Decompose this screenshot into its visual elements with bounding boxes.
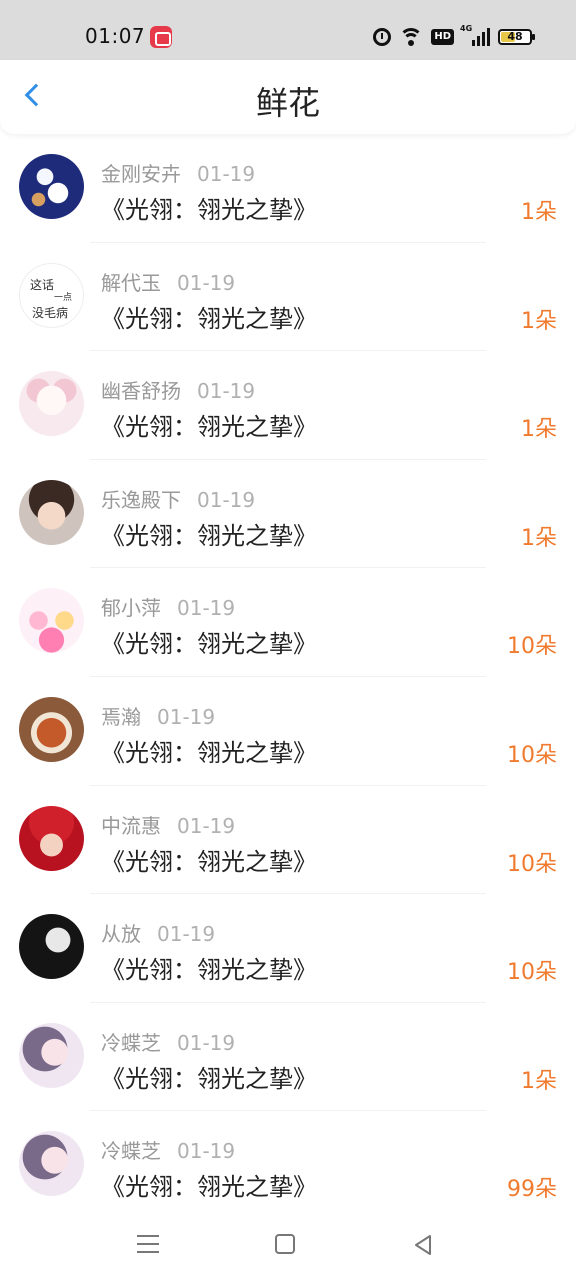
avatar[interactable] [19,154,84,219]
gift-date: 01-19 [197,379,256,404]
status-time: 01:07 [85,24,146,48]
back-triangle-icon[interactable] [412,1234,434,1256]
user-name[interactable]: 从放 [101,922,141,946]
avatar-text-line2: 一点 [54,292,73,303]
avatar[interactable] [19,1022,84,1088]
avatar[interactable] [19,914,84,980]
user-name[interactable]: 乐逸殿下 [101,488,181,512]
user-meta: 从放 01-19 [101,918,215,947]
flower-count: 1朵 [521,417,557,443]
wifi-icon [399,28,424,46]
gift-date: 01-19 [197,162,256,186]
list-item[interactable]: 冷蝶芝 01-19 《光翎：翎光之挚》 1朵 [0,1003,576,1112]
header: 鲜花 [0,60,576,134]
list-item[interactable]: 中流惠 01-19 《光翎：翎光之挚》 10朵 [0,786,576,895]
flower-gift-list[interactable]: 金刚安卉 01-19 《光翎：翎光之挚》 1朵 这话 一点 没毛病 解代玉 01-1… [0,134,576,1220]
user-name[interactable]: 解代玉 [101,271,161,295]
user-name[interactable]: 冷蝶芝 [101,1139,161,1163]
cellular-signal-icon: 4G [460,24,490,46]
flower-count: 1朵 [521,308,557,334]
book-title: 《光翎：翎光之挚》 [101,956,317,985]
gift-date: 01-19 [157,704,216,729]
home-square-icon[interactable] [275,1234,295,1254]
book-title: 《光翎：翎光之挚》 [101,521,317,550]
system-nav-bar [0,1210,576,1280]
flower-count: 10朵 [507,960,557,986]
flower-count: 10朵 [507,742,557,768]
avatar[interactable] [19,588,84,654]
list-item[interactable]: 焉瀚 01-19 《光翎：翎光之挚》 10朵 [0,677,576,786]
status-indicators: HD 4G 48 [373,24,535,48]
list-item[interactable]: 郁小萍 01-19 《光翎：翎光之挚》 10朵 [0,568,576,677]
gift-date: 01-19 [157,922,216,947]
user-name[interactable]: 焉瀚 [101,705,141,729]
list-item[interactable]: 从放 01-19 《光翎：翎光之挚》 10朵 [0,894,576,1003]
network-type-label: 4G [460,24,473,33]
gift-date: 01-19 [177,1030,236,1055]
flower-count: 1朵 [521,200,557,225]
user-meta: 冷蝶芝 01-19 [101,1135,235,1164]
user-name[interactable]: 冷蝶芝 [101,1031,161,1055]
page-title: 鲜花 [255,84,320,122]
avatar-text-line1: 这话 [30,277,55,292]
avatar[interactable]: 这话 一点 没毛病 [19,262,84,328]
user-meta: 冷蝶芝 01-19 [101,1027,235,1056]
list-item[interactable]: 乐逸殿下 01-19 《光翎：翎光之挚》 1朵 [0,460,576,569]
avatar[interactable] [19,1131,84,1197]
video-app-notification-icon [150,26,172,48]
book-title: 《光翎：翎光之挚》 [101,738,317,767]
book-title: 《光翎：翎光之挚》 [101,304,317,333]
alarm-clock-icon [373,28,392,46]
book-title: 《光翎：翎光之挚》 [101,630,317,659]
user-meta: 金刚安卉 01-19 [101,158,255,187]
status-bar: 01:07 HD 4G 48 [0,0,576,60]
gift-date: 01-19 [177,270,236,295]
gift-date: 01-19 [177,596,236,621]
user-meta: 乐逸殿下 01-19 [101,484,255,513]
gift-date: 01-19 [197,487,256,512]
flower-count: 1朵 [521,525,557,551]
user-meta: 解代玉 01-19 [101,267,235,296]
avatar[interactable] [19,479,84,545]
book-title: 《光翎：翎光之挚》 [101,1173,317,1202]
list-item[interactable]: 金刚安卉 01-19 《光翎：翎光之挚》 1朵 [0,134,576,243]
gift-date: 01-19 [177,813,236,838]
gift-date: 01-19 [177,1139,236,1164]
user-meta: 郁小萍 01-19 [101,592,235,621]
user-name[interactable]: 幽香舒扬 [101,379,181,403]
hd-badge: HD [431,29,454,45]
user-meta: 焉瀚 01-19 [101,701,215,730]
list-item[interactable]: 幽香舒扬 01-19 《光翎：翎光之挚》 1朵 [0,351,576,460]
user-name[interactable]: 中流惠 [101,814,161,838]
flower-count: 10朵 [507,851,557,877]
battery-level-text: 48 [507,30,523,43]
book-title: 《光翎：翎光之挚》 [101,847,317,876]
book-title: 《光翎：翎光之挚》 [101,196,317,224]
avatar[interactable] [19,805,84,871]
book-title: 《光翎：翎光之挚》 [101,1064,317,1093]
flower-count: 10朵 [507,634,557,660]
user-name[interactable]: 金刚安卉 [101,162,181,186]
avatar[interactable] [19,696,84,762]
user-name[interactable]: 郁小萍 [101,596,161,620]
list-item[interactable]: 冷蝶芝 01-19 《光翎：翎光之挚》 99朵 [0,1111,576,1220]
flower-count: 1朵 [521,1068,557,1094]
avatar-text-line3: 没毛病 [32,305,69,320]
flower-count: 99朵 [507,1177,557,1203]
book-title: 《光翎：翎光之挚》 [101,413,317,442]
battery-icon: 48 [498,29,535,45]
menu-icon[interactable] [137,1234,159,1254]
list-item[interactable]: 这话 一点 没毛病 解代玉 01-19 《光翎：翎光之挚》 1朵 [0,243,576,352]
user-meta: 幽香舒扬 01-19 [101,375,255,404]
avatar[interactable] [19,371,84,437]
user-meta: 中流惠 01-19 [101,810,235,839]
